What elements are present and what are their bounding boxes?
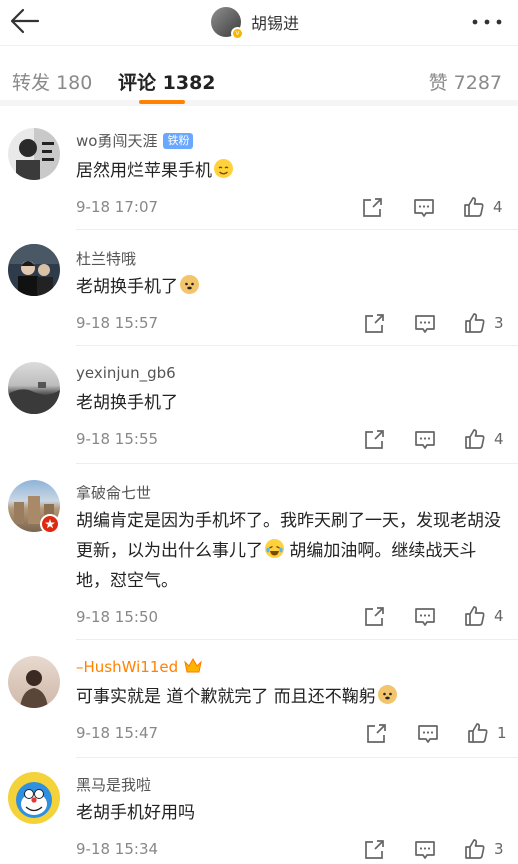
comment-username[interactable]: yexinjun_gb6 (76, 364, 176, 382)
comment-text-content: 居然用烂苹果手机 (76, 161, 212, 181)
share-icon[interactable] (364, 722, 388, 746)
share-icon[interactable] (362, 312, 386, 336)
share-icon[interactable] (360, 196, 384, 220)
top-bar: v 胡锡进 (0, 0, 518, 46)
tab-likes-count: 7287 (453, 72, 502, 94)
author-info[interactable]: v 胡锡进 (211, 5, 300, 40)
comment-item: 拿破侖七世 胡编肯定是因为手机坏了。我昨天刷了一天，发现老胡没更新，以为出什么事… (0, 464, 518, 640)
fan-badge: 铁粉 (163, 133, 194, 149)
comment-text: 老胡手机好用吗 (76, 803, 195, 823)
comment-username[interactable]: 黑马是我啦 (76, 774, 151, 795)
smile-emoji-icon (214, 159, 233, 178)
tab-reposts[interactable]: 转发 180 (12, 68, 92, 95)
verified-badge-icon: v (231, 27, 244, 40)
comment-text-content: 老胡换手机了 (76, 277, 178, 297)
comment-username[interactable]: 拿破侖七世 (76, 482, 151, 503)
avatar[interactable] (8, 656, 60, 708)
comment-item: wo勇闯天涯 铁粉 居然用烂苹果手机 9-18 17:07 4 (0, 112, 518, 230)
comment-text: 可事实就是 道个歉就完了 而且还不鞠躬 (76, 682, 506, 712)
avatar[interactable] (8, 772, 60, 824)
avatar[interactable] (8, 362, 60, 414)
like-count: 1 (497, 724, 507, 742)
like-thumb-icon[interactable] (462, 195, 486, 219)
share-icon[interactable] (362, 838, 386, 862)
tab-reposts-count: 180 (56, 72, 93, 94)
page-title: 胡锡进 (251, 14, 300, 33)
more-options-icon[interactable] (470, 12, 504, 32)
region-flag-icon (40, 514, 60, 534)
comment-time: 9-18 17:07 (76, 198, 159, 216)
author-avatar[interactable]: v (211, 7, 244, 40)
like-thumb-icon[interactable] (463, 311, 487, 335)
like-count: 4 (494, 430, 504, 448)
share-icon[interactable] (362, 428, 386, 452)
tab-comments-label: 评论 (118, 72, 157, 94)
reply-icon[interactable] (413, 838, 437, 862)
comment-username[interactable]: 杜兰特哦 (76, 248, 136, 269)
comment-item: yexinjun_gb6 老胡换手机了 9-18 15:55 4 (0, 346, 518, 464)
reply-icon[interactable] (413, 312, 437, 336)
tab-comments-count: 1382 (162, 72, 216, 94)
tab-comments[interactable]: 评论 1382 (118, 68, 216, 95)
username-text: –HushWi11ed (76, 658, 179, 676)
laugh-cry-emoji-icon (265, 539, 284, 558)
like-thumb-icon[interactable] (463, 604, 487, 628)
comment-item: 杜兰特哦 老胡换手机了 9-18 15:57 3 (0, 230, 518, 346)
back-arrow-icon[interactable] (8, 6, 42, 36)
active-tab-indicator (139, 100, 185, 104)
comment-item: –HushWi11ed 可事实就是 道个歉就完了 而且还不鞠躬 9-18 15:… (0, 640, 518, 758)
like-thumb-icon[interactable] (466, 721, 490, 745)
avatar[interactable] (8, 244, 60, 296)
doge-emoji-icon (180, 275, 199, 294)
avatar[interactable] (8, 128, 60, 180)
reply-icon[interactable] (416, 722, 440, 746)
like-count: 3 (494, 840, 504, 858)
comment-time: 9-18 15:50 (76, 608, 159, 626)
like-thumb-icon[interactable] (463, 837, 487, 861)
comment-text: 胡编肯定是因为手机坏了。我昨天刷了一天，发现老胡没更新，以为出什么事儿了 胡编加… (76, 506, 506, 596)
comment-username[interactable]: –HushWi11ed (76, 657, 202, 676)
username-text: wo勇闯天涯 (76, 132, 158, 150)
like-count: 3 (494, 314, 504, 332)
comment-time: 9-18 15:34 (76, 840, 159, 858)
comment-time: 9-18 15:55 (76, 430, 159, 448)
reply-icon[interactable] (412, 196, 436, 220)
comment-username[interactable]: wo勇闯天涯 铁粉 (76, 130, 194, 151)
comment-text: 居然用烂苹果手机 (76, 156, 506, 186)
tab-likes[interactable]: 赞 7287 (429, 68, 502, 95)
share-icon[interactable] (362, 605, 386, 629)
comment-text: 老胡换手机了 (76, 272, 506, 302)
reply-icon[interactable] (413, 605, 437, 629)
tab-bar: 转发 180 评论 1382 赞 7287 (0, 46, 518, 106)
comment-time: 9-18 15:57 (76, 314, 159, 332)
tab-reposts-label: 转发 (12, 72, 51, 94)
reply-icon[interactable] (413, 428, 437, 452)
like-count: 4 (493, 198, 503, 216)
vip-crown-icon (184, 657, 202, 674)
comment-time: 9-18 15:47 (76, 724, 159, 742)
like-count: 4 (494, 607, 504, 625)
doge-emoji-icon (377, 685, 397, 704)
comment-item: 黑马是我啦 老胡手机好用吗 9-18 15:34 3 (0, 758, 518, 864)
comment-text: 老胡换手机了 (76, 393, 178, 413)
comment-text-content: 可事实就是 道个歉就完了 而且还不鞠躬 (76, 687, 376, 707)
like-thumb-icon[interactable] (463, 427, 487, 451)
tab-likes-label: 赞 (428, 72, 448, 94)
